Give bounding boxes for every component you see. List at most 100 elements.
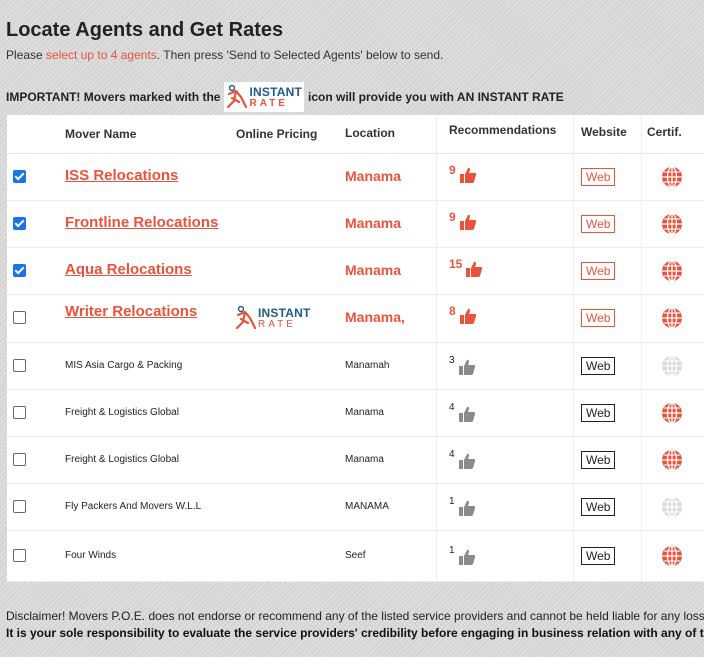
- instant-rate-logo-icon: INSTANT RATE: [235, 306, 311, 330]
- thumbs-up-icon[interactable]: [459, 307, 477, 325]
- website-button[interactable]: Web: [581, 403, 616, 422]
- thumbs-up-icon[interactable]: [458, 452, 476, 470]
- important-prefix: IMPORTANT! Movers marked with the: [6, 90, 221, 104]
- mover-name-link[interactable]: Aqua Relocations: [65, 261, 192, 278]
- important-notice: IMPORTANT! Movers marked with the INSTAN…: [6, 82, 564, 112]
- select-agent-checkbox[interactable]: [13, 452, 26, 466]
- website-button[interactable]: Web: [581, 450, 616, 469]
- logo-word-instant: INSTANT: [258, 305, 311, 320]
- agents-table: Mover Name Online Pricing Location Recom…: [7, 115, 704, 582]
- table-row: Aqua Relocations Manama 15 Web: [7, 247, 704, 295]
- select-agent-checkbox[interactable]: [13, 548, 26, 562]
- location-text: Manama: [345, 453, 384, 465]
- recommendations-cell: 4: [449, 402, 476, 423]
- recommendation-count: 1: [449, 495, 455, 507]
- header-location: Location: [345, 126, 395, 140]
- globe-icon[interactable]: [661, 448, 683, 471]
- location-text: Manama: [345, 406, 384, 418]
- recommendations-cell: 8: [449, 304, 477, 325]
- website-button[interactable]: Web: [581, 167, 616, 186]
- logo-word-rate: RATE: [249, 97, 288, 109]
- recommendation-count: 8: [449, 304, 456, 318]
- select-agent-checkbox[interactable]: [13, 311, 26, 324]
- recommendations-cell: 3: [449, 355, 476, 376]
- table-row: Freight & Logistics Global Manama 4 Web: [7, 436, 704, 484]
- thumbs-up-icon[interactable]: [458, 548, 476, 566]
- select-agent-checkbox[interactable]: [13, 405, 26, 419]
- thumbs-up-icon[interactable]: [459, 166, 477, 184]
- header-mover-name: Mover Name: [65, 127, 137, 141]
- mover-name-link[interactable]: Writer Relocations: [65, 303, 197, 320]
- header-certif: Certif.: [647, 125, 682, 139]
- globe-icon[interactable]: [661, 259, 683, 282]
- table-row: Frontline Relocations Manama 9 Web: [7, 200, 704, 248]
- instant-rate-logo-icon: INSTANT RATE: [224, 82, 304, 112]
- globe-icon[interactable]: [661, 495, 683, 518]
- website-button[interactable]: Web: [581, 356, 616, 375]
- globe-icon[interactable]: [661, 401, 683, 424]
- instructions-text: Please select up to 4 agents. Then press…: [6, 48, 443, 62]
- mover-name: MIS Asia Cargo & Packing: [65, 359, 183, 371]
- recommendations-cell: 15: [449, 257, 483, 278]
- thumbs-up-icon[interactable]: [465, 260, 483, 278]
- globe-icon[interactable]: [661, 307, 683, 329]
- table-row: Four Winds Seef 1 Web: [7, 530, 704, 582]
- recommendation-count: 1: [449, 544, 455, 556]
- globe-icon[interactable]: [661, 165, 683, 188]
- mover-figure-icon: [227, 85, 248, 109]
- select-agent-checkbox[interactable]: [13, 216, 26, 230]
- mover-name: Four Winds: [65, 549, 117, 561]
- mover-figure-icon: [235, 306, 257, 330]
- table-row: Writer Relocations INSTANT RATE Manama, …: [7, 294, 704, 343]
- page-title: Locate Agents and Get Rates: [6, 19, 284, 41]
- table-row: MIS Asia Cargo & Packing Manamah 3 Web: [7, 342, 704, 390]
- instructions-prefix: Please: [6, 48, 47, 62]
- thumbs-up-icon[interactable]: [458, 405, 476, 423]
- mover-name: Fly Packers And Movers W.L.L: [65, 500, 202, 512]
- location-text: MANAMA: [345, 500, 389, 512]
- recommendations-cell: 1: [449, 496, 476, 517]
- website-button[interactable]: Web: [581, 497, 616, 516]
- important-suffix: icon will provide you with AN INSTANT RA…: [308, 90, 564, 104]
- recommendation-count: 15: [449, 256, 463, 271]
- recommendations-cell: 9: [449, 210, 477, 231]
- recommendations-cell: 4: [449, 449, 476, 470]
- location-text: Manama: [345, 214, 402, 231]
- select-agent-checkbox[interactable]: [13, 358, 26, 372]
- website-button[interactable]: Web: [581, 309, 616, 327]
- header-online-pricing: Online Pricing: [236, 127, 318, 141]
- disclaimer-line-2: It is your sole responsibility to evalua…: [6, 626, 704, 640]
- location-text: Manamah: [345, 359, 390, 371]
- website-button[interactable]: Web: [581, 261, 616, 280]
- location-text: Seef: [345, 549, 366, 561]
- table-row: ISS Relocations Manama 9 Web: [7, 153, 704, 201]
- website-button[interactable]: Web: [581, 214, 616, 233]
- recommendations-cell: 1: [449, 545, 476, 566]
- recommendation-count: 9: [449, 209, 456, 224]
- table-row: Freight & Logistics Global Manama 4 Web: [7, 389, 704, 437]
- instructions-highlight: select up to 4 agents: [46, 48, 157, 62]
- globe-icon[interactable]: [661, 354, 683, 377]
- recommendation-count: 3: [449, 354, 455, 366]
- instructions-suffix: . Then press 'Send to Selected Agents' b…: [156, 48, 444, 62]
- select-agent-checkbox[interactable]: [13, 499, 26, 513]
- disclaimer-line-1: Disclaimer! Movers P.O.E. does not endor…: [6, 609, 704, 623]
- website-button[interactable]: Web: [581, 546, 616, 565]
- thumbs-up-icon[interactable]: [458, 499, 476, 517]
- thumbs-up-icon[interactable]: [458, 358, 476, 376]
- table-row: Fly Packers And Movers W.L.L MANAMA 1 Web: [7, 483, 704, 531]
- globe-icon[interactable]: [661, 212, 683, 235]
- logo-word-rate: RATE: [258, 318, 296, 330]
- mover-name-link[interactable]: ISS Relocations: [65, 167, 178, 184]
- select-agent-checkbox[interactable]: [13, 263, 26, 277]
- table-header: Mover Name Online Pricing Location Recom…: [7, 115, 704, 154]
- location-text: Manama: [345, 167, 402, 184]
- select-agent-checkbox[interactable]: [13, 169, 26, 183]
- mover-name: Freight & Logistics Global: [65, 406, 179, 418]
- globe-icon[interactable]: [661, 544, 683, 567]
- location-text: Manama: [345, 261, 402, 278]
- mover-name-link[interactable]: Frontline Relocations: [65, 214, 218, 231]
- header-website: Website: [581, 125, 627, 139]
- thumbs-up-icon[interactable]: [459, 213, 477, 231]
- recommendation-count: 4: [449, 401, 455, 413]
